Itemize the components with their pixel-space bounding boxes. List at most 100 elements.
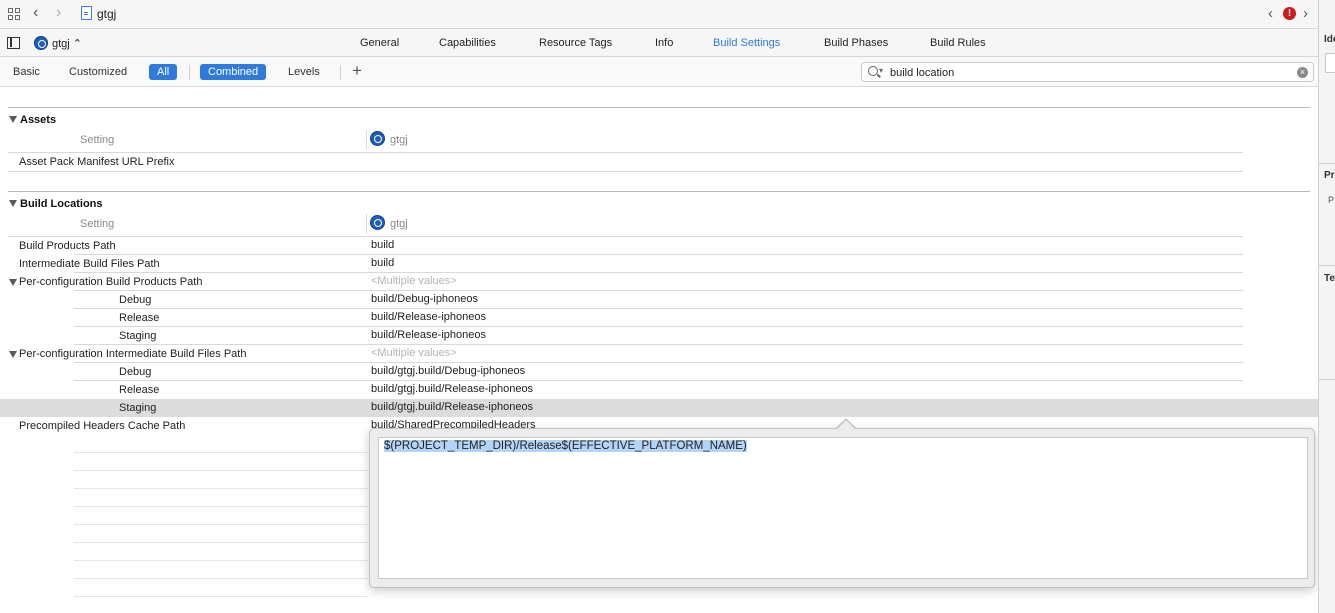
add-setting-button[interactable]: + bbox=[352, 61, 362, 81]
search-icon[interactable] bbox=[868, 66, 878, 76]
row-divider bbox=[74, 362, 1243, 363]
jump-bar: ‹ › gtgj ‹ ! › bbox=[0, 0, 1318, 29]
row-divider bbox=[74, 344, 1243, 345]
inspector-text-field[interactable] bbox=[1325, 53, 1335, 73]
disclosure-triangle-icon[interactable] bbox=[9, 279, 17, 286]
filter-combined[interactable]: Combined bbox=[200, 64, 267, 80]
setting-name: Debug bbox=[119, 366, 152, 378]
forward-arrow-icon[interactable]: › bbox=[56, 5, 61, 21]
setting-name: Build Products Path bbox=[19, 240, 116, 252]
tab-resource-tags[interactable]: Resource Tags bbox=[539, 37, 612, 49]
inspector-section-identity: Ide bbox=[1324, 34, 1335, 45]
empty-rows bbox=[74, 435, 368, 597]
target-icon bbox=[34, 36, 48, 50]
inspector-section-project: Pr bbox=[1324, 170, 1335, 181]
section-divider bbox=[8, 107, 1310, 108]
table-row[interactable]: Build Products Path build bbox=[0, 237, 1318, 255]
setting-name: Asset Pack Manifest URL Prefix bbox=[19, 156, 175, 168]
value-editor-textarea[interactable]: $(PROJECT_TEMP_DIR)/Release$(EFFECTIVE_P… bbox=[378, 437, 1308, 579]
setting-name: Staging bbox=[119, 330, 157, 342]
disclosure-triangle-icon[interactable] bbox=[9, 116, 17, 123]
inspector-divider bbox=[1319, 379, 1335, 380]
disclosure-triangle-icon[interactable] bbox=[9, 351, 17, 358]
popover-arrow bbox=[836, 420, 856, 430]
tab-build-phases[interactable]: Build Phases bbox=[824, 37, 888, 49]
table-row[interactable]: Release build/Release-iphoneos bbox=[0, 309, 1318, 327]
error-icon[interactable]: ! bbox=[1283, 7, 1296, 20]
setting-name: Precompiled Headers Cache Path bbox=[19, 420, 186, 432]
disclosure-triangle-icon[interactable] bbox=[9, 200, 17, 207]
related-items-grid-icon[interactable] bbox=[8, 8, 20, 20]
setting-value[interactable]: build/Release-iphoneos bbox=[371, 311, 486, 323]
inspector-subtext: P bbox=[1328, 195, 1335, 205]
filter-levels[interactable]: Levels bbox=[288, 66, 320, 78]
section-title-assets[interactable]: Assets bbox=[20, 114, 56, 126]
inspector-divider bbox=[1319, 163, 1335, 164]
selected-text[interactable]: $(PROJECT_TEMP_DIR)/Release$(EFFECTIVE_P… bbox=[384, 440, 747, 452]
setting-value[interactable]: build/gtgj.build/Release-iphoneos bbox=[371, 383, 533, 395]
row-divider bbox=[74, 308, 1243, 309]
column-divider bbox=[366, 214, 367, 234]
setting-value[interactable]: build/Release-iphoneos bbox=[371, 329, 486, 341]
row-divider bbox=[74, 272, 1243, 273]
setting-name: Per-configuration Build Products Path bbox=[19, 276, 203, 288]
row-divider bbox=[74, 380, 1243, 381]
sidebar-toggle-icon[interactable] bbox=[7, 37, 20, 49]
tab-build-settings[interactable]: Build Settings bbox=[713, 37, 780, 49]
setting-value[interactable]: build bbox=[371, 257, 394, 269]
inspector-divider bbox=[1319, 265, 1335, 266]
row-divider bbox=[74, 290, 1243, 291]
table-row[interactable]: Debug build/Debug-iphoneos bbox=[0, 291, 1318, 309]
back-arrow-icon[interactable]: ‹ bbox=[33, 5, 38, 21]
tab-info[interactable]: Info bbox=[655, 37, 673, 49]
table-row[interactable]: Staging build/Release-iphoneos bbox=[0, 327, 1318, 345]
filter-bar: Basic Customized All Combined Levels + ▾… bbox=[0, 57, 1318, 87]
section-title-build-locations[interactable]: Build Locations bbox=[20, 198, 103, 210]
setting-name: Debug bbox=[119, 294, 152, 306]
search-input[interactable] bbox=[890, 65, 1290, 80]
row-divider bbox=[74, 254, 1243, 255]
tab-capabilities[interactable]: Capabilities bbox=[439, 37, 496, 49]
table-row[interactable]: Asset Pack Manifest URL Prefix bbox=[0, 153, 1318, 171]
table-row[interactable]: Debug build/gtgj.build/Debug-iphoneos bbox=[0, 363, 1318, 381]
setting-name: Release bbox=[119, 384, 160, 396]
jump-bar-title[interactable]: gtgj bbox=[97, 7, 116, 21]
chevron-down-icon[interactable]: ▾ bbox=[879, 66, 883, 75]
setting-value[interactable]: build/gtgj.build/Release-iphoneos bbox=[371, 401, 533, 413]
project-file-icon bbox=[81, 6, 92, 20]
clear-search-icon[interactable]: × bbox=[1297, 67, 1308, 78]
setting-name: Per-configuration Intermediate Build Fil… bbox=[19, 348, 247, 360]
setting-name: Release bbox=[119, 312, 160, 324]
setting-value[interactable]: build/Debug-iphoneos bbox=[371, 293, 478, 305]
inspector-panel: Ide Pr P Te bbox=[1318, 0, 1335, 613]
column-header-target: gtgj bbox=[390, 218, 408, 230]
table-row[interactable]: Per-configuration Build Products Path <M… bbox=[0, 273, 1318, 291]
table-row[interactable]: Per-configuration Intermediate Build Fil… bbox=[0, 345, 1318, 363]
target-icon bbox=[370, 215, 385, 230]
row-divider bbox=[74, 326, 1243, 327]
setting-value[interactable]: build/gtgj.build/Debug-iphoneos bbox=[371, 365, 525, 377]
filter-all[interactable]: All bbox=[149, 64, 178, 80]
editor-tab-bar: gtgj ⌃ General Capabilities Resource Tag… bbox=[0, 29, 1318, 57]
table-row[interactable]: Intermediate Build Files Path build bbox=[0, 255, 1318, 273]
search-field[interactable]: ▾ × bbox=[861, 62, 1314, 82]
filter-divider bbox=[189, 65, 190, 80]
row-divider bbox=[8, 171, 1243, 172]
tab-general[interactable]: General bbox=[360, 37, 399, 49]
previous-issue-icon[interactable]: ‹ bbox=[1268, 5, 1273, 22]
setting-value[interactable]: <Multiple values> bbox=[371, 275, 457, 287]
filter-customized[interactable]: Customized bbox=[69, 66, 127, 78]
filter-basic[interactable]: Basic bbox=[13, 66, 40, 78]
table-row[interactable]: Release build/gtgj.build/Release-iphoneo… bbox=[0, 381, 1318, 399]
setting-value[interactable]: <Multiple values> bbox=[371, 347, 457, 359]
filter-divider bbox=[340, 65, 341, 80]
table-row-selected[interactable]: Staging build/gtgj.build/Release-iphoneo… bbox=[0, 399, 1318, 417]
column-header-target: gtgj bbox=[390, 134, 408, 146]
target-icon bbox=[370, 131, 385, 146]
tab-build-rules[interactable]: Build Rules bbox=[930, 37, 986, 49]
column-header-setting: Setting bbox=[80, 218, 115, 230]
target-selector[interactable]: gtgj ⌃ bbox=[52, 37, 82, 50]
setting-value[interactable]: build bbox=[371, 239, 394, 251]
column-divider bbox=[366, 130, 367, 150]
next-issue-icon[interactable]: › bbox=[1303, 5, 1308, 22]
